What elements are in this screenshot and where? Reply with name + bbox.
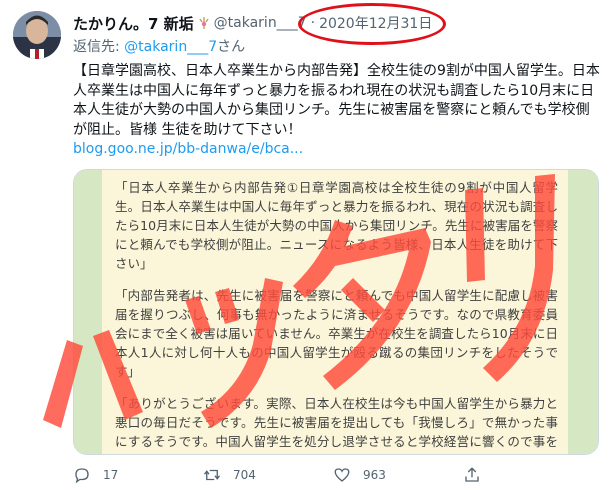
- card-left-border: [74, 170, 102, 454]
- like-count: 963: [363, 468, 386, 482]
- reply-icon: [75, 468, 89, 484]
- retweet-icon: [203, 469, 221, 481]
- reply-action[interactable]: 17: [73, 466, 203, 484]
- avatar[interactable]: [13, 11, 61, 59]
- quoted-image-card[interactable]: 「日本人卒業生から内部告発①日章学園高校は全校生徒の9割が中国人留学生。日本人卒…: [73, 169, 599, 455]
- tweet-container: たかりん。7 新垢 @takarin___7 · 2020年12月31日 返信先…: [0, 0, 610, 490]
- tweet-text: 【日章学園高校、日本人卒業生から内部告発】全校生徒の9割が中国人留学生。日本人卒…: [73, 63, 600, 138]
- reply-mention-link[interactable]: @takarin___7: [124, 39, 217, 55]
- reply-to-line: 返信先: @takarin___7さん: [73, 36, 245, 56]
- reply-count: 17: [103, 468, 119, 482]
- tweet-actions: 17 704 963: [73, 465, 593, 485]
- retweet-count: 704: [233, 468, 256, 482]
- card-paragraph: 「内部告発者は、先生に被害届を警察にと頼んでも中国人留学生に配慮し被害届を握りつ…: [115, 288, 558, 379]
- like-action[interactable]: 963: [333, 466, 463, 484]
- card-right-border: [568, 170, 598, 454]
- sparkle-emoji-icon: [197, 15, 211, 31]
- card-content: 「日本人卒業生から内部告発①日章学園高校は全校生徒の9割が中国人留学生。日本人卒…: [102, 170, 568, 454]
- retweet-action[interactable]: 704: [203, 466, 333, 484]
- card-paragraph: 「日本人卒業生から内部告発①日章学園高校は全校生徒の9割が中国人留学生。日本人卒…: [115, 180, 558, 271]
- display-name[interactable]: たかりん。7 新垢: [73, 13, 194, 34]
- card-paragraph: 「ありがとうございます。実際、日本人在校生は今も中国人留学生から暴力と悪口の毎日…: [115, 396, 558, 454]
- heart-icon: [334, 468, 350, 482]
- tweet-link[interactable]: blog.goo.ne.jp/bb-danwa/e/bca...: [73, 141, 303, 157]
- date-highlight-circle: [298, 3, 446, 45]
- reply-to-prefix: 返信先:: [73, 39, 120, 55]
- share-icon: [465, 467, 479, 482]
- reply-to-suffix: さん: [217, 39, 246, 55]
- share-action[interactable]: [463, 466, 593, 484]
- author-handle[interactable]: @takarin___7: [214, 15, 307, 31]
